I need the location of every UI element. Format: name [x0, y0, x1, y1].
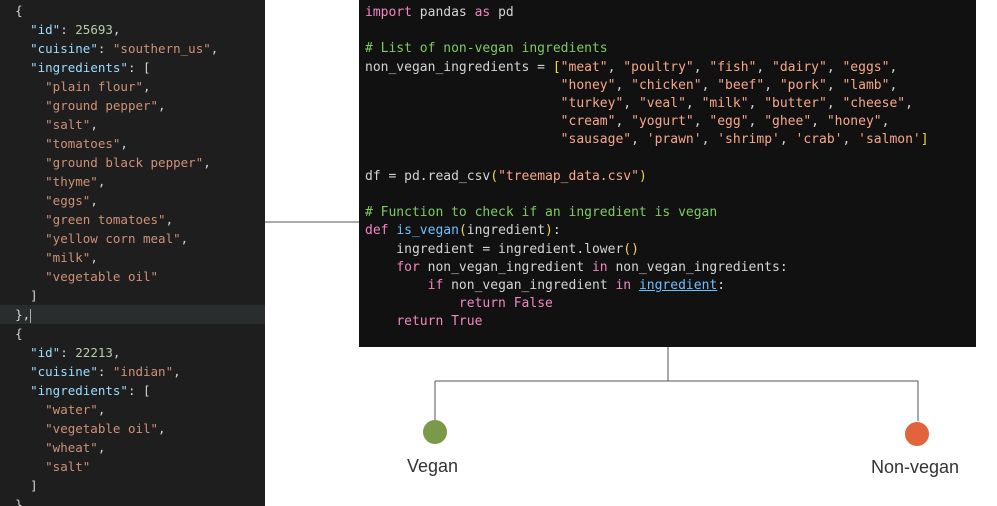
nonvegan-node — [905, 422, 929, 446]
vegan-label: Vegan — [407, 456, 459, 476]
vegan-node — [423, 420, 447, 444]
tree-connectors — [265, 221, 929, 446]
nonvegan-label: Non-vegan — [871, 457, 960, 477]
